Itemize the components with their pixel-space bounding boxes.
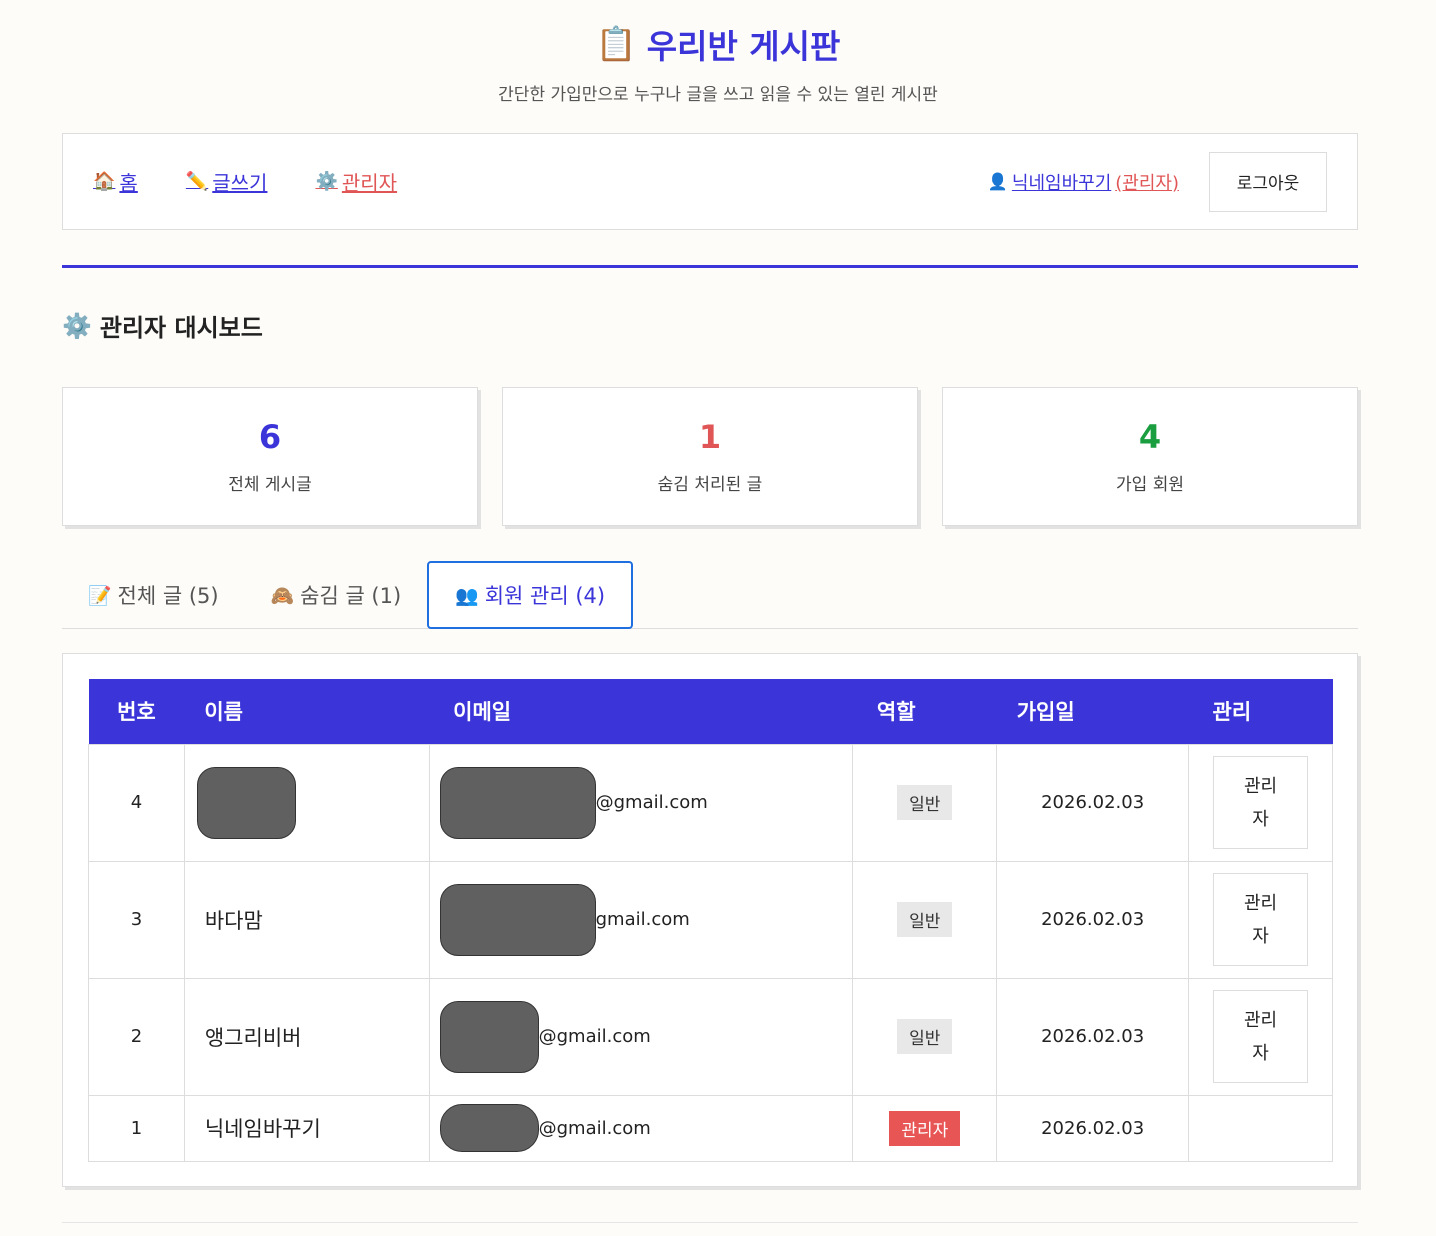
memo-icon: 📝 [88, 584, 112, 607]
cell-num: 4 [88, 743, 185, 862]
top-nav: 🏠 홈 ✏️ 글쓰기 ⚙️ 관리자 👤 닉네임바꾸기 (관리자) 로그아웃 [62, 133, 1358, 230]
cell-email: gmail.com [428, 860, 854, 979]
redacted-name [196, 766, 296, 839]
redacted-email [439, 766, 596, 839]
stat-label: 숨김 처리된 글 [657, 475, 763, 495]
col-header-num: 번호 [117, 700, 156, 725]
stat-value: 1 [698, 418, 722, 456]
role-badge: 일반 [897, 902, 953, 937]
tab-member-management[interactable]: 👥 회원 관리 (4) [427, 561, 634, 629]
col-header-name: 이름 [204, 700, 243, 725]
tab-label: 회원 관리 (4) [484, 584, 606, 608]
footer-divider [62, 1222, 1358, 1223]
cell-num: 1 [88, 1094, 185, 1162]
dashboard-title-text: 관리자 대시보드 [99, 314, 263, 342]
stat-card-hidden: 1 숨김 처리된 글 [502, 387, 918, 526]
user-name-link[interactable]: 닉네임바꾸기 [1012, 169, 1111, 195]
cell-email: @gmail.com [428, 743, 854, 862]
tab-hidden-posts[interactable]: 🙈 숨김 글 (1) [245, 562, 428, 628]
redacted-email [439, 1000, 539, 1073]
cell-name: 바다맘 [183, 860, 430, 979]
cell-joined: 2026.02.03 [996, 860, 1190, 979]
nav-home-link[interactable]: 🏠 홈 [93, 167, 138, 196]
make-admin-button[interactable]: 관리자 [1213, 990, 1309, 1083]
cell-manage [1188, 1094, 1333, 1162]
dashboard-title: ⚙️ 관리자 대시보드 [62, 308, 263, 343]
nav-write-label: 글쓰기 [212, 171, 268, 195]
gear-icon: ⚙️ [315, 171, 338, 192]
cell-role: 일반 [852, 977, 998, 1096]
current-user: 👤 닉네임바꾸기 (관리자) [988, 169, 1179, 195]
stat-card-posts: 6 전체 게시글 [62, 387, 478, 526]
col-header-manage: 관리 [1212, 700, 1252, 725]
redacted-email [439, 1104, 539, 1152]
admin-tabs: 📝 전체 글 (5) 🙈 숨김 글 (1) 👥 회원 관리 (4) [62, 560, 1358, 629]
stats-row: 6 전체 게시글 1 숨김 처리된 글 4 가입 회원 [62, 387, 1358, 526]
cell-role: 관리자 [852, 1094, 998, 1162]
tab-all-posts[interactable]: 📝 전체 글 (5) [62, 562, 245, 628]
site-subtitle: 간단한 가입만으로 누구나 글을 쓰고 읽을 수 있는 열린 게시판 [498, 85, 938, 105]
role-badge: 일반 [897, 1019, 953, 1054]
cell-email: @gmail.com [428, 977, 854, 1096]
email-suffix: @gmail.com [538, 1026, 651, 1047]
header-divider [62, 265, 1358, 268]
col-header-joined: 가입일 [1016, 700, 1075, 725]
col-header-email: 이메일 [453, 700, 512, 725]
role-badge-admin: 관리자 [889, 1110, 961, 1146]
see-no-evil-monkey-icon: 🙈 [270, 584, 295, 607]
cell-manage: 관리자 [1188, 743, 1333, 862]
cell-num: 2 [88, 977, 185, 1096]
cell-joined: 2026.02.03 [996, 977, 1190, 1096]
col-header-role: 역할 [876, 700, 916, 725]
cell-manage: 관리자 [1188, 977, 1333, 1096]
nav-write-link[interactable]: ✏️ 글쓰기 [186, 167, 268, 196]
role-badge: 일반 [897, 785, 953, 820]
tab-label: 전체 글 (5) [117, 584, 219, 608]
make-admin-button[interactable]: 관리자 [1213, 756, 1309, 849]
members-panel: 번호 이름 이메일 역할 가입일 관리 4 @gmail.com 일반 2026… [62, 653, 1358, 1187]
logout-button[interactable]: 로그아웃 [1209, 151, 1327, 212]
cell-num: 3 [88, 860, 185, 979]
home-icon: 🏠 [93, 171, 116, 192]
table-row: 2 앵그리비버 @gmail.com 일반 2026.02.03 관리자 [88, 977, 1333, 1096]
make-admin-button[interactable]: 관리자 [1213, 873, 1309, 966]
stat-value: 4 [1138, 418, 1162, 456]
nav-home-label: 홈 [119, 171, 138, 195]
stat-card-members: 4 가입 회원 [942, 387, 1358, 526]
cell-joined: 2026.02.03 [996, 743, 1190, 862]
site-title: 📋 우리반 게시판 [0, 22, 1436, 66]
cell-role: 일반 [852, 860, 998, 979]
clipboard-icon: 📋 [595, 24, 637, 63]
email-suffix: @gmail.com [538, 1117, 651, 1139]
nav-admin-link[interactable]: ⚙️ 관리자 [315, 167, 397, 196]
table-header-row: 번호 이름 이메일 역할 가입일 관리 [88, 679, 1333, 744]
cell-name: 앵그리비버 [183, 977, 430, 1096]
cell-manage: 관리자 [1188, 860, 1333, 979]
cell-name [183, 743, 430, 862]
users-icon: 👥 [455, 584, 479, 607]
table-row: 3 바다맘 gmail.com 일반 2026.02.03 관리자 [88, 860, 1333, 979]
pencil-icon: ✏️ [185, 171, 209, 192]
stat-label: 전체 게시글 [228, 475, 312, 495]
tab-label: 숨김 글 (1) [300, 584, 402, 608]
site-header: 📋 우리반 게시판 간단한 가입만으로 누구나 글을 쓰고 읽을 수 있는 열린… [0, 0, 1436, 105]
nav-admin-label: 관리자 [341, 171, 398, 195]
members-table: 번호 이름 이메일 역할 가입일 관리 4 @gmail.com 일반 2026… [88, 679, 1333, 1162]
email-suffix: gmail.com [595, 909, 690, 930]
redacted-email [439, 883, 596, 956]
gear-icon: ⚙️ [62, 311, 92, 340]
user-role-label: (관리자) [1115, 172, 1179, 194]
table-row: 1 닉네임바꾸기 @gmail.com 관리자 2026.02.03 [88, 1094, 1333, 1162]
cell-email: @gmail.com [428, 1094, 854, 1162]
stat-label: 가입 회원 [1116, 475, 1184, 495]
site-title-text: 우리반 게시판 [646, 27, 841, 66]
user-icon: 👤 [987, 172, 1008, 191]
cell-role: 일반 [852, 743, 998, 862]
cell-joined: 2026.02.03 [996, 1094, 1190, 1162]
cell-name: 닉네임바꾸기 [183, 1094, 430, 1162]
email-suffix: @gmail.com [595, 792, 708, 813]
nav-user-area: 👤 닉네임바꾸기 (관리자) 로그아웃 [988, 151, 1327, 212]
table-row: 4 @gmail.com 일반 2026.02.03 관리자 [88, 743, 1333, 862]
stat-value: 6 [258, 418, 282, 456]
